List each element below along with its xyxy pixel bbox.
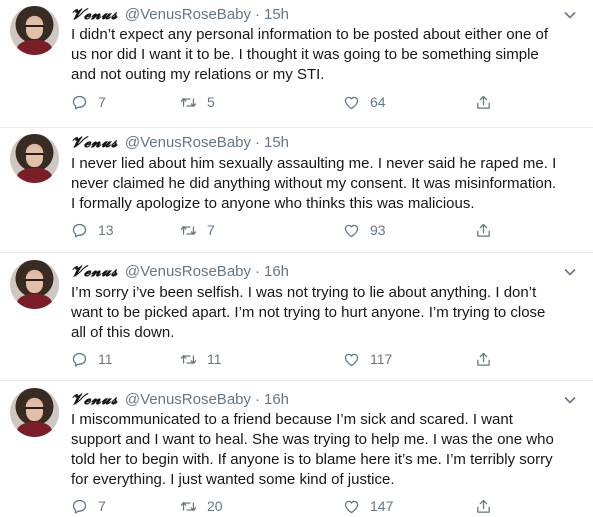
heart-icon xyxy=(344,224,359,237)
handle[interactable]: @VenusRoseBaby xyxy=(125,391,251,408)
retweet-count: 5 xyxy=(207,94,215,110)
like-button[interactable]: 64 xyxy=(343,92,386,112)
share-button[interactable] xyxy=(475,349,502,369)
display-name[interactable]: 𝓥𝓮𝓷𝓾𝓼 xyxy=(71,5,118,23)
retweet-button[interactable]: 20 xyxy=(180,496,223,516)
share-icon xyxy=(477,499,490,513)
retweet-icon xyxy=(180,225,197,235)
tweet[interactable]: 𝓥𝓮𝓷𝓾𝓼 @VenusRoseBaby · 15h I never lied … xyxy=(0,128,593,253)
tweet-text-line: I formally apologize to anyone who think… xyxy=(71,195,475,212)
tweet-text-line: all of this down. xyxy=(71,324,175,341)
tweet-text-line: I miscommunicated to a friend because I’… xyxy=(71,411,513,428)
tweet-text-line: for everything. I just wanted some kind … xyxy=(71,471,395,488)
share-icon xyxy=(477,223,490,237)
reply-count: 7 xyxy=(98,94,106,110)
avatar[interactable] xyxy=(10,388,59,437)
retweet-count: 11 xyxy=(207,351,222,367)
like-count: 64 xyxy=(370,94,386,110)
reply-icon xyxy=(72,95,87,110)
tweet-actions: 7 20 147 xyxy=(71,496,511,516)
tweet[interactable]: 𝓥𝓮𝓷𝓾𝓼 @VenusRoseBaby · 15h I didn’t expe… xyxy=(0,0,593,128)
reply-count: 11 xyxy=(98,351,113,367)
like-button[interactable]: 147 xyxy=(343,496,393,516)
heart-icon xyxy=(344,96,359,109)
separator-dot: · xyxy=(255,5,260,23)
handle[interactable]: @VenusRoseBaby xyxy=(125,6,251,23)
retweet-button[interactable]: 11 xyxy=(180,349,222,369)
reply-icon xyxy=(72,223,87,238)
heart-icon xyxy=(344,353,359,366)
handle[interactable]: @VenusRoseBaby xyxy=(125,263,251,280)
tweet-header: 𝓥𝓮𝓷𝓾𝓼 @VenusRoseBaby · 16h xyxy=(71,389,289,409)
display-name[interactable]: 𝓥𝓮𝓷𝓾𝓼 xyxy=(71,133,118,151)
timestamp[interactable]: 15h xyxy=(264,134,289,151)
tweet-text: I never lied about him sexually assaulti… xyxy=(71,154,583,214)
retweet-count: 20 xyxy=(207,498,223,514)
separator-dot: · xyxy=(255,133,260,151)
tweet-text-line: I never lied about him sexually assaulti… xyxy=(71,155,557,172)
tweet-feed: 𝓥𝓮𝓷𝓾𝓼 @VenusRoseBaby · 15h I didn’t expe… xyxy=(0,0,593,517)
retweet-count: 7 xyxy=(207,222,215,238)
share-button[interactable] xyxy=(475,220,502,240)
tweet-text: I’m sorry i’ve been selfish. I was not t… xyxy=(71,283,583,343)
like-count: 93 xyxy=(370,222,386,238)
tweet-text-line: told her to begin with. If anyone is to … xyxy=(71,451,553,468)
tweet-text-line: and not outing my relations or my STI. xyxy=(71,66,325,83)
chevron-down-icon[interactable] xyxy=(564,266,576,278)
reply-icon xyxy=(72,499,87,514)
reply-icon xyxy=(72,352,87,367)
reply-count: 7 xyxy=(98,498,106,514)
tweet-text-line: I’m sorry i’ve been selfish. I was not t… xyxy=(71,284,537,301)
retweet-icon xyxy=(180,501,197,511)
reply-count: 13 xyxy=(98,222,114,238)
reply-button[interactable]: 13 xyxy=(71,220,114,240)
tweet-text-line: never claimed he did anything without my… xyxy=(71,175,557,192)
tweet-text: I miscommunicated to a friend because I’… xyxy=(71,410,583,490)
retweet-icon xyxy=(180,354,197,364)
share-icon xyxy=(477,95,490,109)
tweet-actions: 13 7 93 xyxy=(71,220,511,240)
tweet-text-line: support and I want to heal. She was tryi… xyxy=(71,431,554,448)
reply-button[interactable]: 7 xyxy=(71,92,106,112)
display-name[interactable]: 𝓥𝓮𝓷𝓾𝓼 xyxy=(71,262,118,280)
timestamp[interactable]: 15h xyxy=(264,6,289,23)
tweet-text-line: us nor did I want it to be. I thought it… xyxy=(71,46,539,63)
timestamp[interactable]: 16h xyxy=(264,391,289,408)
tweet-text-line: I didn’t expect any personal information… xyxy=(71,26,548,43)
tweet-text: I didn’t expect any personal information… xyxy=(71,25,583,85)
retweet-icon xyxy=(180,97,197,107)
tweet-actions: 7 5 64 xyxy=(71,92,511,112)
tweet-header: 𝓥𝓮𝓷𝓾𝓼 @VenusRoseBaby · 15h xyxy=(71,132,289,152)
timestamp[interactable]: 16h xyxy=(264,263,289,280)
like-button[interactable]: 117 xyxy=(343,349,392,369)
chevron-down-icon[interactable] xyxy=(564,394,576,406)
display-name[interactable]: 𝓥𝓮𝓷𝓾𝓼 xyxy=(71,390,118,408)
reply-button[interactable]: 7 xyxy=(71,496,106,516)
like-count: 117 xyxy=(370,351,393,367)
retweet-button[interactable]: 5 xyxy=(180,92,215,112)
reply-button[interactable]: 11 xyxy=(71,349,113,369)
chevron-down-icon[interactable] xyxy=(564,9,576,21)
like-count: 147 xyxy=(370,498,394,514)
tweet[interactable]: 𝓥𝓮𝓷𝓾𝓼 @VenusRoseBaby · 16h I’m sorry i’v… xyxy=(0,253,593,381)
separator-dot: · xyxy=(255,390,260,408)
share-button[interactable] xyxy=(475,496,502,516)
handle[interactable]: @VenusRoseBaby xyxy=(125,134,251,151)
share-icon xyxy=(477,352,490,366)
share-button[interactable] xyxy=(475,92,502,112)
tweet[interactable]: 𝓥𝓮𝓷𝓾𝓼 @VenusRoseBaby · 16h I miscommunic… xyxy=(0,381,593,517)
tweet-header: 𝓥𝓮𝓷𝓾𝓼 @VenusRoseBaby · 15h xyxy=(71,4,289,24)
avatar[interactable] xyxy=(10,6,59,55)
tweet-text-line: want to be picked apart. I’m not trying … xyxy=(71,304,546,321)
tweet-header: 𝓥𝓮𝓷𝓾𝓼 @VenusRoseBaby · 16h xyxy=(71,261,289,281)
like-button[interactable]: 93 xyxy=(343,220,386,240)
heart-icon xyxy=(344,500,359,513)
avatar[interactable] xyxy=(10,134,59,183)
separator-dot: · xyxy=(255,262,260,280)
tweet-actions: 11 11 117 xyxy=(71,349,511,369)
retweet-button[interactable]: 7 xyxy=(180,220,215,240)
avatar[interactable] xyxy=(10,260,59,309)
